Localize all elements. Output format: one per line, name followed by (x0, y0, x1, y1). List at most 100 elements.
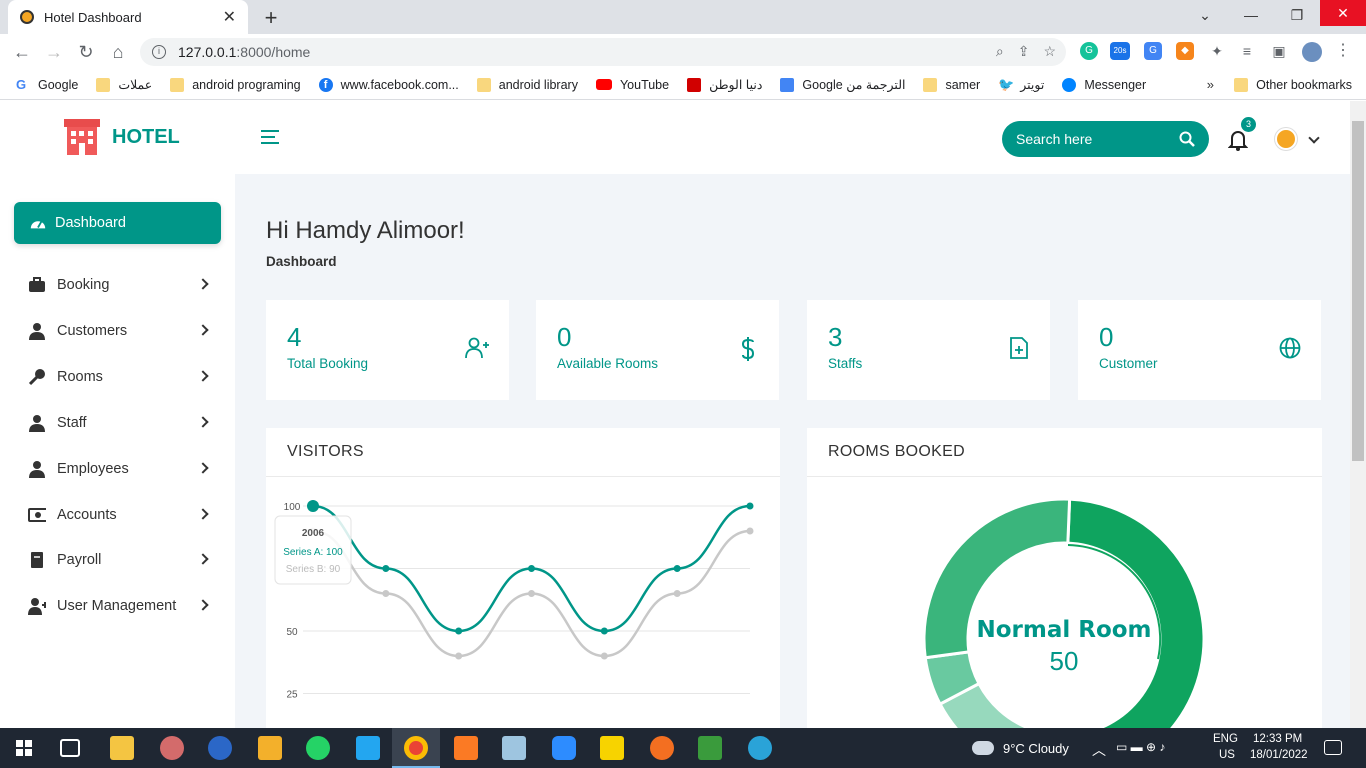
android-studio-icon[interactable] (698, 736, 722, 760)
new-tab-button[interactable]: + (259, 5, 283, 31)
reload-icon[interactable]: ↻ (74, 40, 98, 64)
windows-start-icon[interactable] (16, 740, 32, 756)
close-tab-icon[interactable]: ✕ (223, 7, 236, 27)
extensions-puzzle-icon[interactable]: ✦ (1208, 42, 1226, 60)
zoom-icon[interactable] (552, 736, 576, 760)
notification-center-icon[interactable] (1324, 740, 1342, 755)
translate-extension-icon[interactable]: G (1144, 42, 1162, 60)
input-language[interactable]: ENG (1213, 733, 1238, 745)
side-panel-icon[interactable]: ▣ (1270, 42, 1288, 60)
sidebar-item-label: Payroll (57, 552, 102, 568)
profile-avatar-icon[interactable] (1302, 42, 1322, 62)
grammarly-icon[interactable]: G (1080, 42, 1098, 60)
stat-card-total-booking[interactable]: 4 Total Booking (266, 300, 509, 400)
bookmark-google[interactable]: G Google (16, 77, 78, 92)
file-explorer-icon[interactable] (110, 736, 134, 760)
avatar[interactable] (1275, 128, 1297, 150)
chevron-down-icon[interactable] (1308, 132, 1320, 144)
rooms-booked-donut-chart[interactable]: Normal Room 50 (807, 476, 1322, 728)
zoom-icon[interactable]: ⌕ (996, 43, 1004, 60)
back-icon[interactable]: ← (10, 40, 34, 64)
tab-hotel-dashboard[interactable]: Hotel Dashboard ✕ (8, 0, 248, 34)
sidebar-item-label: Accounts (57, 507, 117, 523)
cloud-weather-icon (972, 741, 994, 755)
bookmark-star-icon[interactable]: ☆ (1043, 43, 1056, 60)
input-region[interactable]: US (1219, 749, 1235, 761)
bookmark-folder-android-library[interactable]: android library (476, 77, 578, 92)
media-queue-icon[interactable]: ≡ (1238, 42, 1256, 60)
restore-button[interactable]: ❐ (1274, 0, 1320, 30)
paint-icon[interactable] (160, 736, 184, 760)
sidebar-item-user-management[interactable]: User Management (28, 594, 213, 618)
other-bookmarks-folder[interactable]: Other bookmarks (1234, 77, 1352, 92)
metamask-icon[interactable]: ◆ (1176, 42, 1194, 60)
chrome-icon[interactable] (404, 736, 428, 760)
bookmark-label: تويتر (1020, 78, 1045, 92)
bookmark-donia-alwatan[interactable]: دنيا الوطن (687, 77, 762, 92)
bookmark-messenger[interactable]: Messenger (1062, 77, 1146, 92)
bookmark-youtube[interactable]: YouTube (595, 78, 669, 92)
more-bookmarks-button[interactable]: » (1207, 77, 1214, 92)
postman-icon[interactable] (650, 736, 674, 760)
stat-card-available-rooms[interactable]: 0 Available Rooms (536, 300, 779, 400)
sticky-notes-icon[interactable] (600, 736, 624, 760)
series-a-point (528, 565, 535, 572)
sidebar-item-rooms[interactable]: Rooms (28, 365, 213, 389)
bookmark-facebook[interactable]: f www.facebook.com... (318, 77, 459, 92)
sidebar-item-payroll[interactable]: Payroll (28, 548, 213, 572)
scrollbar-thumb[interactable] (1352, 121, 1364, 461)
minimize-button[interactable]: — (1228, 0, 1274, 30)
timer-extension-icon[interactable]: 20s (1110, 42, 1130, 60)
system-tray-icons[interactable]: ▭ ▬ ⊕ ♪ (1116, 740, 1165, 754)
chrome-menu-icon[interactable]: ⋮ (1334, 42, 1352, 60)
sidebar-item-accounts[interactable]: Accounts (28, 503, 213, 527)
word-icon[interactable] (208, 736, 232, 760)
xampp-icon[interactable] (454, 736, 478, 760)
stat-card-staffs[interactable]: 3 Staffs (807, 300, 1050, 400)
twitter-icon: 🐦 (998, 76, 1015, 92)
close-window-button[interactable]: ✕ (1320, 0, 1366, 26)
sidebar-item-booking[interactable]: Booking (28, 273, 213, 297)
visitors-line-chart[interactable]: 100 50 25 2006 Series A: 100 Series B: 90 (266, 476, 780, 728)
chevron-up-icon[interactable]: ︿ (1092, 740, 1106, 760)
site-info-icon[interactable]: i (152, 45, 166, 59)
bookmark-folder-samer[interactable]: samer (923, 77, 981, 92)
bookmark-twitter[interactable]: 🐦 تويتر (998, 77, 1044, 92)
bookmark-label: android library (498, 77, 578, 92)
forward-icon[interactable]: → (42, 40, 66, 64)
task-view-icon[interactable] (60, 739, 80, 757)
app-icon[interactable] (502, 736, 526, 760)
sidebar-item-dashboard[interactable]: Dashboard (14, 202, 221, 244)
share-icon[interactable]: ⇪ (1018, 43, 1030, 60)
menu-toggle-icon[interactable] (261, 130, 279, 148)
sidebar-item-label: Dashboard (55, 215, 126, 231)
whatsapp-icon[interactable] (306, 736, 330, 760)
telegram-icon[interactable] (748, 736, 772, 760)
store-icon[interactable] (258, 736, 282, 760)
tab-title: Hotel Dashboard (44, 9, 142, 25)
user-icon (28, 414, 46, 432)
sidebar-item-label: Rooms (57, 369, 103, 385)
series-b-point (528, 590, 535, 597)
bookmark-folder-android-programing[interactable]: android programing (170, 77, 301, 92)
weather-text[interactable]: 9°C Cloudy (1003, 741, 1069, 756)
page-scrollbar[interactable] (1350, 101, 1366, 728)
sidebar-item-employees[interactable]: Employees (28, 457, 213, 481)
bookmark-google-translate[interactable]: Google الترجمة من (780, 77, 905, 92)
brand-logo[interactable]: HOTEL (62, 117, 180, 157)
home-icon[interactable]: ⌂ (106, 40, 130, 64)
tab-search-icon[interactable]: ⌄ (1182, 0, 1228, 30)
search-input[interactable]: Search here (1002, 121, 1209, 157)
address-bar[interactable]: i 127.0.0.1:8000/home ⌕ ⇪ ☆ (140, 38, 1066, 66)
clock-time[interactable]: 12:33 PM (1253, 733, 1302, 745)
bookmark-label: samer (945, 77, 981, 92)
sidebar-item-staff[interactable]: Staff (28, 411, 213, 435)
search-icon[interactable] (1179, 131, 1195, 147)
sidebar-item-customers[interactable]: Customers (28, 319, 213, 343)
stat-card-customer[interactable]: 0 Customer (1078, 300, 1321, 400)
breadcrumb: Dashboard (266, 254, 337, 269)
bookmark-folder-currency[interactable]: عملات (96, 77, 152, 92)
bell-icon[interactable] (1228, 129, 1248, 151)
vscode-icon[interactable] (356, 736, 380, 760)
clock-date[interactable]: 18/01/2022 (1250, 749, 1308, 761)
